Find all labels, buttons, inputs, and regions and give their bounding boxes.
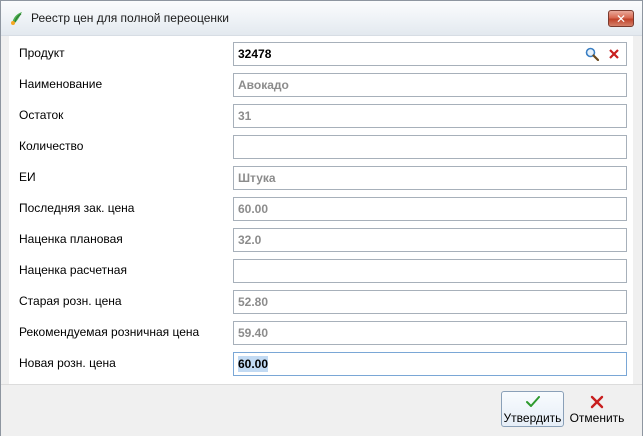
row-new-retail-price: Новая розн. цена 60.00: [9, 348, 633, 379]
product-value: 32478: [238, 47, 272, 61]
row-calculated-markup: Наценка расчетная: [9, 255, 633, 286]
label-planned-markup: Наценка плановая: [19, 232, 123, 246]
window-title: Реестр цен для полной переоценки: [31, 11, 229, 25]
product-icons: [584, 46, 622, 62]
label-stock: Остаток: [19, 108, 64, 122]
new-retail-price-input[interactable]: 60.00: [233, 352, 627, 376]
search-icon[interactable]: [584, 46, 600, 62]
app-icon: [11, 12, 22, 25]
label-last-purchase-price: Последняя зак. цена: [19, 201, 135, 215]
confirm-label: Утвердить: [503, 411, 562, 425]
row-name: Наименование Авокадо: [9, 69, 633, 100]
checkmark-icon: [525, 394, 541, 410]
calculated-markup-input[interactable]: [233, 259, 627, 283]
clear-icon[interactable]: [606, 46, 622, 62]
label-recommended-price: Рекомендуемая розничная цена: [19, 325, 200, 339]
label-quantity: Количество: [19, 139, 84, 153]
row-planned-markup: Наценка плановая 32.0: [9, 224, 633, 255]
close-button[interactable]: ✕: [608, 10, 634, 27]
row-product: Продукт 32478: [9, 38, 633, 69]
row-unit: ЕИ Штука: [9, 162, 633, 193]
label-name: Наименование: [19, 77, 103, 91]
quantity-input[interactable]: [233, 135, 627, 159]
planned-markup-field[interactable]: 32.0: [233, 228, 627, 252]
old-retail-price-field[interactable]: 52.80: [233, 290, 627, 314]
label-new-retail-price: Новая розн. цена: [19, 356, 116, 370]
label-old-retail-price: Старая розн. цена: [19, 294, 122, 308]
row-quantity: Количество: [9, 131, 633, 162]
row-old-retail-price: Старая розн. цена 52.80: [9, 286, 633, 317]
row-recommended-price: Рекомендуемая розничная цена 59.40: [9, 317, 633, 348]
dialog-window: Реестр цен для полной переоценки ✕ Проду…: [0, 0, 643, 436]
unit-field[interactable]: Штука: [233, 166, 627, 190]
row-last-purchase-price: Последняя зак. цена 60.00: [9, 193, 633, 224]
label-product: Продукт: [19, 46, 65, 60]
button-bar: Утвердить Отменить: [1, 384, 642, 436]
cancel-label: Отменить: [569, 411, 625, 425]
new-retail-price-value: 60.00: [238, 356, 269, 372]
product-input[interactable]: 32478: [233, 42, 627, 66]
row-stock: Остаток 31: [9, 100, 633, 131]
last-purchase-price-field[interactable]: 60.00: [233, 197, 627, 221]
form-panel: Продукт 32478 Наименование Авокадо Остат…: [9, 36, 633, 384]
cancel-button[interactable]: Отменить: [566, 391, 628, 427]
title-bar: Реестр цен для полной переоценки ✕: [1, 1, 642, 36]
confirm-button[interactable]: Утвердить: [501, 391, 564, 427]
cross-icon: [589, 394, 605, 410]
stock-field[interactable]: 31: [233, 104, 627, 128]
name-field[interactable]: Авокадо: [233, 73, 627, 97]
close-icon: ✕: [615, 11, 627, 26]
recommended-price-field[interactable]: 59.40: [233, 321, 627, 345]
label-unit: ЕИ: [19, 170, 36, 184]
label-calculated-markup: Наценка расчетная: [19, 263, 127, 277]
